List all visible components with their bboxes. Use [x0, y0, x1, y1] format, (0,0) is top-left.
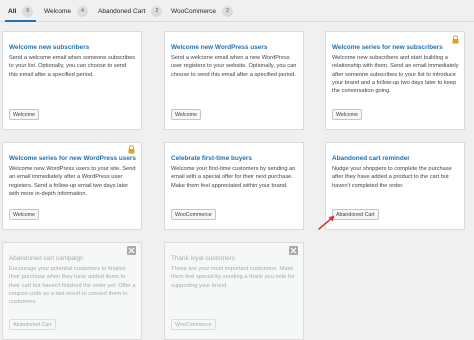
- card-tag: Welcome: [9, 109, 39, 120]
- template-card-celebrate-first-time-buyers[interactable]: Celebrate first-time buyers Welcome your…: [164, 142, 304, 230]
- card-description: Welcome new WordPress users to your site…: [9, 166, 136, 197]
- card-title: Welcome series for new subscribers: [332, 44, 443, 51]
- lock-icon: [128, 145, 135, 154]
- card-tag: Welcome: [171, 109, 201, 120]
- template-card-abandoned-cart-reminder[interactable]: Abandoned cart reminder Nudge your shopp…: [325, 142, 465, 230]
- annotation-arrow-icon: [318, 215, 335, 230]
- card-tag: WooCommerce: [171, 209, 216, 220]
- tab-welcome[interactable]: Welcome 4: [44, 3, 88, 19]
- tab-count-badge: 4: [76, 5, 88, 17]
- card-title: Abandoned cart campaign: [9, 255, 84, 262]
- tab-label: Welcome: [44, 7, 71, 15]
- card-tag: Welcome: [332, 109, 362, 120]
- tab-label: Abandoned Cart: [98, 7, 146, 15]
- card-description: Encourage your potential customers to fi…: [9, 266, 136, 306]
- card-tag: Abandoned Cart: [332, 209, 379, 220]
- tab-count-badge: 2: [151, 5, 163, 17]
- card-description: Welcome your first-time customers by sen…: [171, 166, 296, 189]
- template-card-welcome-new-wordpress-users[interactable]: Welcome new WordPress users Send a welco…: [164, 31, 304, 130]
- tab-count-badge: 2: [222, 5, 234, 17]
- tab-all[interactable]: All 6: [4, 3, 37, 22]
- card-title: Abandoned cart reminder: [332, 155, 410, 162]
- template-card-thank-loyal-customers[interactable]: Thank loyal customers These are your mos…: [164, 242, 304, 340]
- card-description: These are your most important customers.…: [171, 266, 295, 289]
- card-title: Welcome series for new WordPress users: [9, 155, 136, 162]
- card-title: Welcome new WordPress users: [171, 44, 268, 51]
- template-card-abandoned-cart-campaign[interactable]: Abandoned cart campaign Encourage your p…: [2, 242, 142, 340]
- tools-icon: [127, 246, 136, 255]
- lock-icon: [452, 35, 459, 44]
- tab-abandoned-cart[interactable]: Abandoned Cart 2: [98, 3, 163, 19]
- tools-icon: [289, 246, 298, 255]
- template-category-tabs: All 6 Welcome 4 Abandoned Cart 2 WooComm…: [0, 0, 474, 22]
- card-title: Celebrate first-time buyers: [171, 155, 252, 162]
- tab-count-badge: 6: [22, 5, 34, 17]
- card-title: Welcome new subscribers: [9, 44, 90, 51]
- tab-label: WooCommerce: [171, 7, 217, 15]
- card-description: Welcome new subscribers and start buildi…: [332, 55, 459, 95]
- card-description: Nudge your shoppers to complete the purc…: [332, 166, 452, 189]
- card-description: Send a welcome email when a new WordPres…: [171, 55, 297, 78]
- card-title: Thank loyal customers: [171, 255, 235, 262]
- template-card-welcome-series-new-wordpress-users[interactable]: Welcome series for new WordPress users W…: [2, 142, 142, 230]
- tab-label: All: [8, 7, 17, 15]
- template-card-welcome-new-subscribers[interactable]: Welcome new subscribers Send a welcome e…: [2, 31, 142, 130]
- card-description: Send a welcome email when someone subscr…: [9, 55, 136, 78]
- template-card-welcome-series-new-subscribers[interactable]: Welcome series for new subscribers Welco…: [325, 31, 465, 130]
- tab-woocommerce[interactable]: WooCommerce 2: [171, 3, 234, 19]
- card-tag: WooCommerce: [171, 319, 216, 330]
- card-tag: Abandoned Cart: [9, 319, 56, 330]
- card-tag: Welcome: [9, 209, 39, 220]
